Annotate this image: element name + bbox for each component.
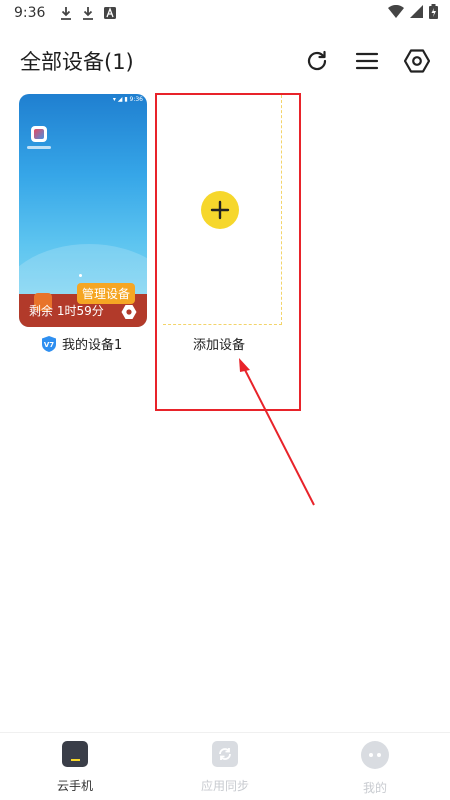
manage-device-button[interactable]: 管理设备 xyxy=(76,283,135,304)
device-card[interactable]: ▾ ◢ ▮ 9:36 管理设备 剩余 1时59分 xyxy=(19,94,147,327)
header-actions xyxy=(304,48,430,74)
device-name-row[interactable]: V7 我的设备1 xyxy=(42,334,122,353)
mini-status-bar: ▾ ◢ ▮ 9:36 xyxy=(112,96,143,103)
sync-icon xyxy=(212,741,238,767)
mini-app-icon xyxy=(31,126,47,142)
settings-button[interactable] xyxy=(404,48,430,74)
refresh-button[interactable] xyxy=(304,48,330,74)
mini-dot xyxy=(79,274,82,277)
page-title: 全部设备(1) xyxy=(20,50,134,74)
download-icon xyxy=(81,6,95,20)
status-time: 9:36 xyxy=(14,5,46,21)
nav-label: 应用同步 xyxy=(200,779,249,793)
header: 全部设备(1) xyxy=(0,38,450,84)
card-settings-button[interactable] xyxy=(121,304,137,320)
battery-icon xyxy=(429,3,438,23)
nav-label: 云手机 xyxy=(56,779,93,793)
status-bar: 9:36 xyxy=(0,0,450,26)
add-device-button[interactable] xyxy=(201,191,239,229)
remaining-time: 剩余 1时59分 xyxy=(29,304,104,318)
cloud-phone-icon xyxy=(62,741,88,767)
profile-icon xyxy=(361,741,389,769)
menu-button[interactable] xyxy=(354,48,380,74)
bottom-nav: 云手机 应用同步 我的 xyxy=(0,732,450,800)
nav-profile[interactable]: 我的 xyxy=(300,733,450,800)
plus-icon xyxy=(210,200,230,220)
mini-app-label xyxy=(27,146,51,149)
signal-icon xyxy=(410,4,423,22)
menu-icon xyxy=(355,52,379,70)
keyboard-a-icon xyxy=(103,6,117,20)
nav-app-sync[interactable]: 应用同步 xyxy=(150,733,300,800)
device-name: 我的设备1 xyxy=(62,338,123,353)
svg-text:V7: V7 xyxy=(44,341,54,349)
nav-label: 我的 xyxy=(362,781,387,795)
v7-shield-icon: V7 xyxy=(42,335,56,352)
wifi-icon xyxy=(388,4,404,22)
download-icon xyxy=(59,6,73,20)
add-device-label[interactable]: 添加设备 xyxy=(193,334,245,353)
refresh-icon xyxy=(307,50,327,71)
nav-cloud-phone[interactable]: 云手机 xyxy=(0,733,150,800)
hexagon-settings-icon xyxy=(404,49,430,73)
hexagon-settings-icon xyxy=(121,305,137,319)
